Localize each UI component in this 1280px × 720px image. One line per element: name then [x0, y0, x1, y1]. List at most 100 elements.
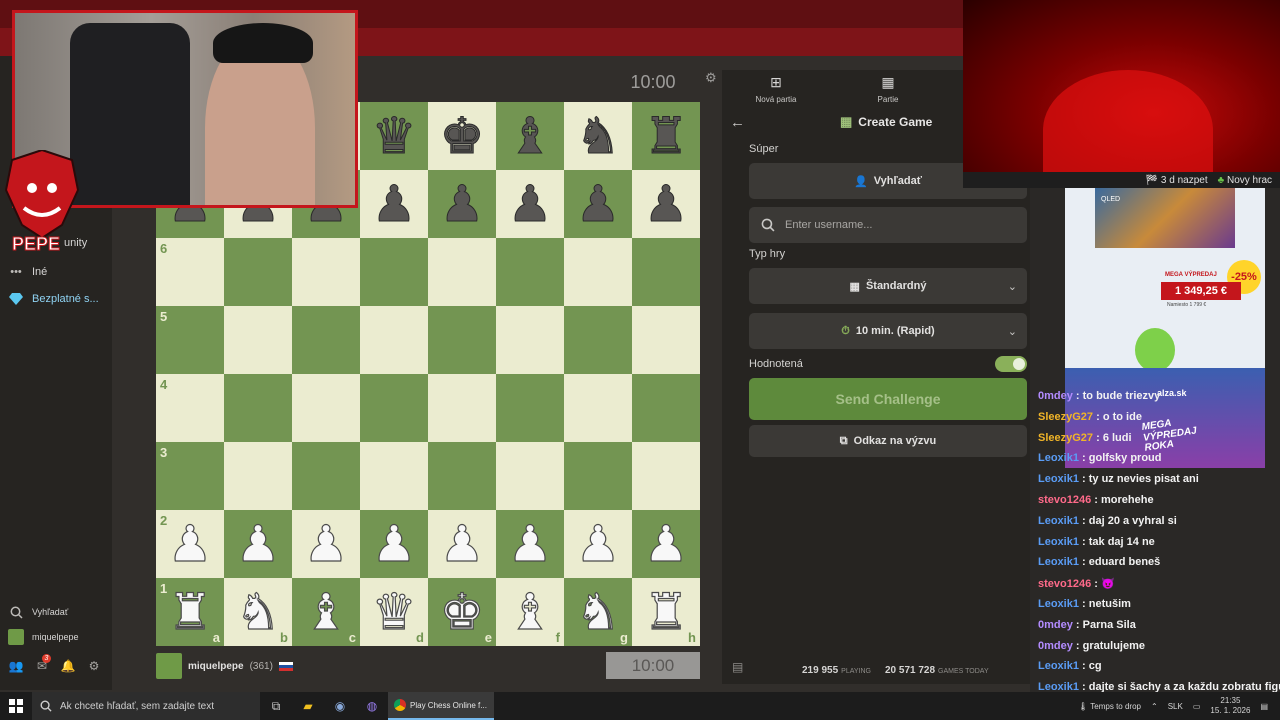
- black-knight-icon[interactable]: ♞: [575, 111, 621, 162]
- board-square[interactable]: [224, 306, 292, 374]
- board-square[interactable]: [360, 238, 428, 306]
- board-square[interactable]: c ♝: [292, 578, 360, 646]
- white-pawn-icon[interactable]: ♟: [371, 518, 417, 569]
- board-square[interactable]: ♟: [496, 510, 564, 578]
- board-square[interactable]: [224, 442, 292, 510]
- board-square[interactable]: [496, 374, 564, 442]
- board-square[interactable]: ♛: [360, 102, 428, 170]
- chevron-up-icon[interactable]: ⌃: [1151, 702, 1158, 711]
- board-square[interactable]: [224, 238, 292, 306]
- board-square[interactable]: 3: [156, 442, 224, 510]
- taskbar-search[interactable]: [32, 692, 260, 720]
- board-square[interactable]: [496, 238, 564, 306]
- board-square[interactable]: ♟: [224, 510, 292, 578]
- board-square[interactable]: [360, 442, 428, 510]
- board-square[interactable]: e ♚: [428, 578, 496, 646]
- username-search-field[interactable]: [749, 207, 1027, 243]
- board-square[interactable]: [360, 374, 428, 442]
- board-square[interactable]: ♜: [632, 102, 700, 170]
- task-view-icon[interactable]: ⧉: [260, 692, 292, 720]
- board-settings-gear-icon[interactable]: ⚙: [705, 70, 717, 86]
- player-name[interactable]: miquelpepe: [188, 661, 244, 672]
- sidebar-item-more[interactable]: ••• Iné: [8, 264, 47, 280]
- black-bishop-icon[interactable]: ♝: [507, 111, 553, 162]
- chat-username[interactable]: Leoxik1: [1038, 515, 1079, 527]
- board-square[interactable]: ♟: [496, 170, 564, 238]
- chat-username[interactable]: Leoxik1: [1038, 660, 1079, 672]
- board-square[interactable]: [428, 374, 496, 442]
- chat-username[interactable]: Leoxik1: [1038, 452, 1079, 464]
- white-knight-icon[interactable]: ♞: [235, 586, 281, 637]
- chat-username[interactable]: Leoxik1: [1038, 473, 1079, 485]
- chat-username[interactable]: 0mdey: [1038, 390, 1073, 402]
- white-pawn-icon[interactable]: ♟: [575, 518, 621, 569]
- board-square[interactable]: [292, 238, 360, 306]
- board-square[interactable]: [428, 238, 496, 306]
- board-square[interactable]: [292, 374, 360, 442]
- chat-username[interactable]: Leoxik1: [1038, 598, 1079, 610]
- board-square[interactable]: g ♞: [564, 578, 632, 646]
- board-square[interactable]: ♟: [632, 170, 700, 238]
- board-square[interactable]: [496, 306, 564, 374]
- rated-toggle[interactable]: [995, 356, 1027, 372]
- board-square[interactable]: ♟: [292, 510, 360, 578]
- sidebar-item-free[interactable]: Bezplatné s...: [8, 291, 99, 307]
- chat-username[interactable]: Leoxik1: [1038, 556, 1079, 568]
- black-pawn-icon[interactable]: ♟: [371, 179, 417, 230]
- chat-username[interactable]: stevo1246: [1038, 578, 1091, 590]
- board-square[interactable]: [564, 374, 632, 442]
- time-control-select[interactable]: ⏱ 10 min. (Rapid) ⌄: [749, 313, 1027, 349]
- white-pawn-icon[interactable]: ♟: [643, 518, 689, 569]
- board-square[interactable]: ♝: [496, 102, 564, 170]
- board-square[interactable]: ♟: [632, 510, 700, 578]
- board-square[interactable]: [224, 374, 292, 442]
- chat-username[interactable]: 0mdey: [1038, 619, 1073, 631]
- network-icon[interactable]: ▭: [1193, 702, 1201, 711]
- chat-username[interactable]: 0mdey: [1038, 640, 1073, 652]
- board-square[interactable]: d ♛: [360, 578, 428, 646]
- taskbar-search-input[interactable]: [60, 700, 250, 712]
- white-rook-icon[interactable]: ♜: [643, 586, 689, 637]
- white-knight-icon[interactable]: ♞: [575, 586, 621, 637]
- white-pawn-icon[interactable]: ♟: [235, 518, 281, 569]
- chat-username[interactable]: stevo1246: [1038, 494, 1091, 506]
- challenge-link-button[interactable]: ⧉ Odkaz na výzvu: [749, 425, 1027, 457]
- board-square[interactable]: [360, 306, 428, 374]
- board-square[interactable]: [496, 442, 564, 510]
- board-square[interactable]: ♞: [564, 102, 632, 170]
- black-king-icon[interactable]: ♚: [439, 111, 485, 162]
- white-pawn-icon[interactable]: ♟: [439, 518, 485, 569]
- white-king-icon[interactable]: ♚: [439, 586, 485, 637]
- white-bishop-icon[interactable]: ♝: [507, 586, 553, 637]
- board-square[interactable]: 4: [156, 374, 224, 442]
- board-square[interactable]: h ♜: [632, 578, 700, 646]
- board-square[interactable]: [632, 238, 700, 306]
- windows-start-icon[interactable]: [0, 692, 32, 720]
- board-square[interactable]: 5: [156, 306, 224, 374]
- bell-icon[interactable]: 🔔: [60, 658, 76, 674]
- board-square[interactable]: ♟: [360, 170, 428, 238]
- board-square[interactable]: [564, 442, 632, 510]
- chat-username[interactable]: SleezyG27: [1038, 411, 1093, 423]
- board-square[interactable]: ♚: [428, 102, 496, 170]
- black-pawn-icon[interactable]: ♟: [439, 179, 485, 230]
- black-pawn-icon[interactable]: ♟: [643, 179, 689, 230]
- board-square[interactable]: 2 ♟: [156, 510, 224, 578]
- white-pawn-icon[interactable]: ♟: [507, 518, 553, 569]
- gear-icon[interactable]: ⚙: [86, 658, 102, 674]
- file-explorer-icon[interactable]: ▰: [292, 692, 324, 720]
- steam-icon[interactable]: ◉: [324, 692, 356, 720]
- discord-icon[interactable]: ◍: [356, 692, 388, 720]
- tray-item[interactable]: 🌡 Temps to drop: [1078, 702, 1141, 711]
- board-square[interactable]: f ♝: [496, 578, 564, 646]
- chat-username[interactable]: Leoxik1: [1038, 536, 1079, 548]
- board-square[interactable]: ♟: [564, 510, 632, 578]
- messages-icon[interactable]: ✉ 3: [34, 654, 51, 674]
- sidebar-search[interactable]: Vyhľadať: [8, 604, 68, 620]
- back-arrow-icon[interactable]: ←: [730, 114, 745, 131]
- board-square[interactable]: [632, 374, 700, 442]
- tab-new-game[interactable]: ⊞ Nová partia: [746, 74, 806, 104]
- board-square[interactable]: [428, 442, 496, 510]
- board-square[interactable]: ♟: [428, 510, 496, 578]
- board-square[interactable]: [632, 306, 700, 374]
